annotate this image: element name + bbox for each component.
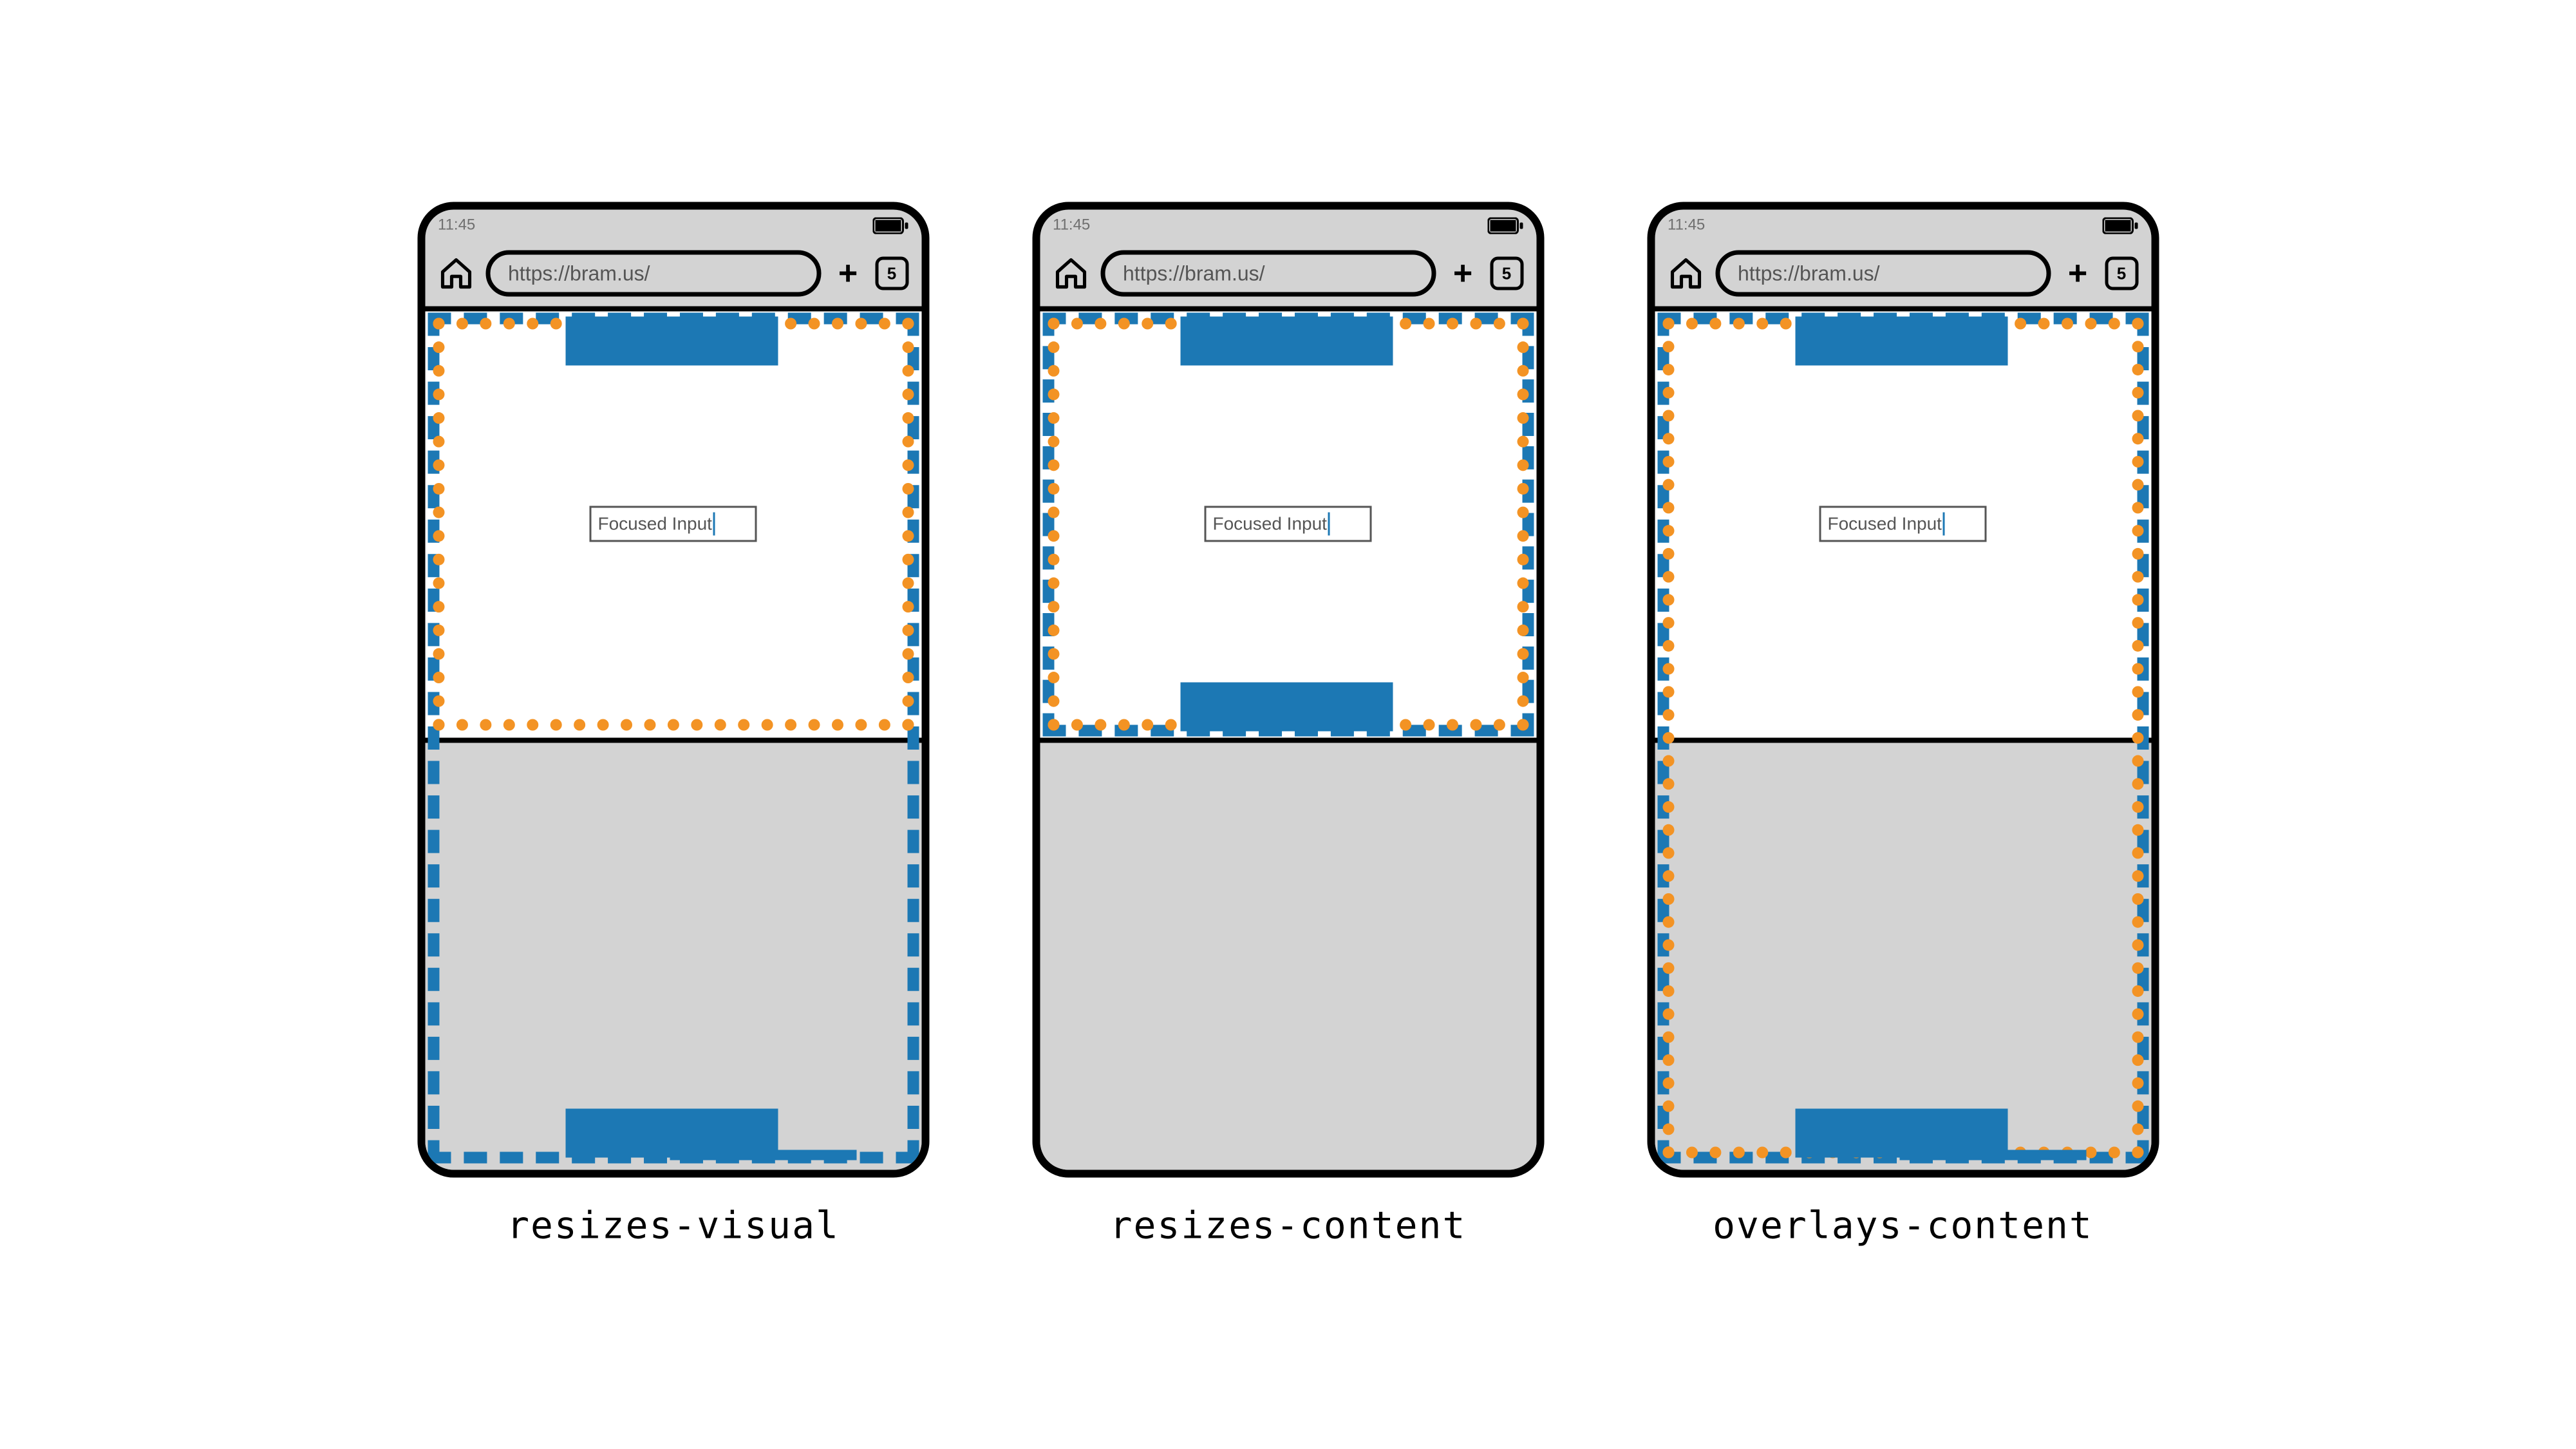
phone-mockup: 11:45 https://bram.us/ + 5 [1647, 202, 2159, 1178]
keyboard-area [1040, 743, 1536, 1170]
phone-mockup: 11:45 https://bram.us/ + 5 [417, 202, 929, 1178]
keyboard-divider [1040, 738, 1536, 743]
clock-label: 11:45 [1668, 216, 1705, 234]
input-text: Focused Input [1213, 514, 1327, 535]
home-icon[interactable] [438, 256, 474, 292]
caption-label: overlays-content [1713, 1204, 2093, 1247]
input-text: Focused Input [598, 514, 712, 535]
url-input[interactable]: https://bram.us/ [485, 251, 821, 297]
text-caret [1328, 513, 1330, 536]
tab-count-button[interactable]: 5 [2105, 257, 2138, 290]
url-text: https://bram.us/ [1738, 261, 1880, 285]
text-caret [713, 513, 715, 536]
status-bar: 11:45 [425, 210, 921, 241]
browser-toolbar: https://bram.us/ + 5 [1655, 241, 2151, 312]
url-text: https://bram.us/ [508, 261, 650, 285]
home-icon[interactable] [1668, 256, 1704, 292]
tab-count-button[interactable]: 5 [1490, 257, 1523, 290]
browser-toolbar: https://bram.us/ + 5 [425, 241, 921, 312]
status-bar: 11:45 [1655, 210, 2151, 241]
text-caret [1943, 513, 1945, 536]
focused-input[interactable]: Focused Input [1819, 506, 1987, 542]
focused-input[interactable]: Focused Input [590, 506, 757, 542]
column-resizes-visual: 11:45 https://bram.us/ + 5 [417, 202, 929, 1247]
diagram-stage: 11:45 https://bram.us/ + 5 [417, 202, 2159, 1247]
column-overlays-content: 11:45 https://bram.us/ + 5 [1647, 202, 2159, 1247]
clock-label: 11:45 [1053, 216, 1090, 234]
battery-icon [1487, 218, 1523, 234]
home-icon[interactable] [1053, 256, 1089, 292]
focused-input[interactable]: Focused Input [1205, 506, 1372, 542]
plus-icon[interactable]: + [832, 258, 863, 289]
keyboard-area [425, 743, 921, 1170]
battery-icon [2102, 218, 2138, 234]
keyboard-divider [425, 738, 921, 743]
battery-icon [872, 218, 908, 234]
url-input[interactable]: https://bram.us/ [1100, 251, 1436, 297]
status-bar: 11:45 [1040, 210, 1536, 241]
column-resizes-content: 11:45 https://bram.us/ + 5 [1032, 202, 1544, 1247]
plus-icon[interactable]: + [1447, 258, 1478, 289]
input-text: Focused Input [1828, 514, 1942, 535]
keyboard-area [1655, 743, 2151, 1170]
keyboard-divider [1655, 738, 2151, 743]
url-input[interactable]: https://bram.us/ [1715, 251, 2051, 297]
plus-icon[interactable]: + [2062, 258, 2093, 289]
tab-count-button[interactable]: 5 [875, 257, 908, 290]
caption-label: resizes-content [1110, 1204, 1467, 1247]
clock-label: 11:45 [438, 216, 475, 234]
browser-toolbar: https://bram.us/ + 5 [1040, 241, 1536, 312]
caption-label: resizes-visual [507, 1204, 840, 1247]
phone-mockup: 11:45 https://bram.us/ + 5 [1032, 202, 1544, 1178]
url-text: https://bram.us/ [1123, 261, 1265, 285]
